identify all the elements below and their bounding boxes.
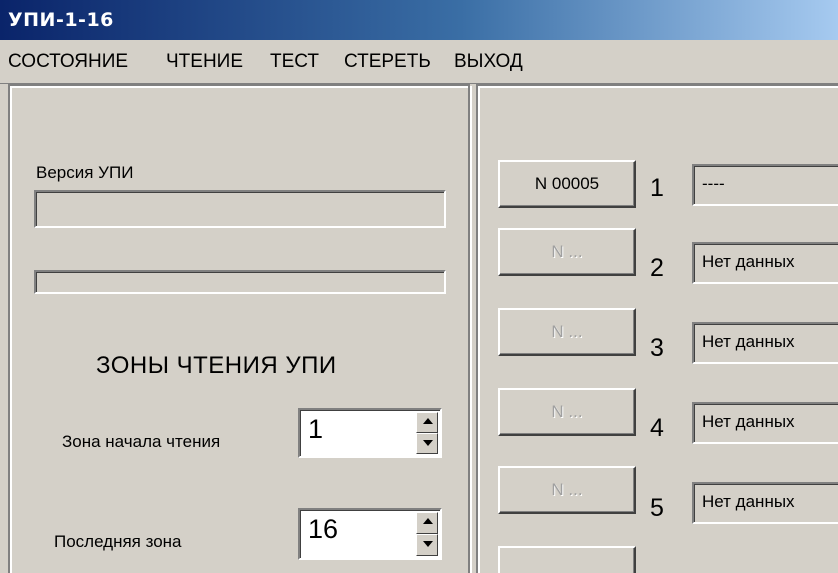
start-zone-down-button[interactable] xyxy=(416,433,438,454)
row-number-2: 2 xyxy=(650,254,664,282)
menu-item-state[interactable]: СОСТОЯНИЕ xyxy=(8,51,128,73)
row-number-5: 5 xyxy=(650,494,664,522)
menu-item-erase[interactable]: СТЕРЕТЬ xyxy=(344,51,431,73)
start-zone-spinner[interactable]: 1 xyxy=(298,408,442,458)
status-field-5: Нет данных xyxy=(692,482,838,524)
device-button-5[interactable]: N ... xyxy=(498,466,636,514)
menu-bar: СОСТОЯНИЕ ЧТЕНИЕ ТЕСТ СТЕРЕТЬ ВЫХОД xyxy=(0,40,838,84)
start-zone-value[interactable]: 1 xyxy=(308,414,323,445)
title-bar[interactable]: УПИ-1-16 xyxy=(0,0,838,40)
device-button-4[interactable]: N ... xyxy=(498,388,636,436)
row-number-4: 4 xyxy=(650,414,664,442)
arrow-up-icon xyxy=(423,518,433,524)
status-field-4: Нет данных xyxy=(692,402,838,444)
device-button-3[interactable]: N ... xyxy=(498,308,636,356)
arrow-down-icon xyxy=(423,541,433,547)
status-field-3: Нет данных xyxy=(692,322,838,364)
last-zone-up-button[interactable] xyxy=(416,512,438,534)
last-zone-down-button[interactable] xyxy=(416,534,438,556)
version-label: Версия УПИ xyxy=(36,163,134,182)
start-zone-label: Зона начала чтения xyxy=(62,432,221,451)
last-zone-label: Последняя зона xyxy=(54,532,182,551)
last-zone-spinner[interactable]: 16 xyxy=(298,508,442,560)
status-field-2: Нет данных xyxy=(692,242,838,284)
menu-item-read[interactable]: ЧТЕНИЕ xyxy=(166,51,243,73)
row-number-3: 3 xyxy=(650,334,664,362)
menu-item-test[interactable]: ТЕСТ xyxy=(270,51,319,73)
status-field-1: ---- xyxy=(692,164,838,206)
progress-bar xyxy=(34,270,446,294)
left-panel xyxy=(8,84,470,573)
start-zone-up-button[interactable] xyxy=(416,412,438,433)
last-zone-value[interactable]: 16 xyxy=(308,514,338,545)
arrow-up-icon xyxy=(423,418,433,424)
device-button-6[interactable] xyxy=(498,546,636,573)
row-number-1: 1 xyxy=(650,174,664,202)
version-field xyxy=(34,190,446,228)
window-title: УПИ-1-16 xyxy=(8,9,114,31)
arrow-down-icon xyxy=(423,440,433,446)
device-button-1[interactable]: N 00005 xyxy=(498,160,636,208)
menu-item-exit[interactable]: ВЫХОД xyxy=(454,51,523,73)
zones-heading: ЗОНЫ ЧТЕНИЯ УПИ xyxy=(96,352,337,379)
device-button-2[interactable]: N ... xyxy=(498,228,636,276)
